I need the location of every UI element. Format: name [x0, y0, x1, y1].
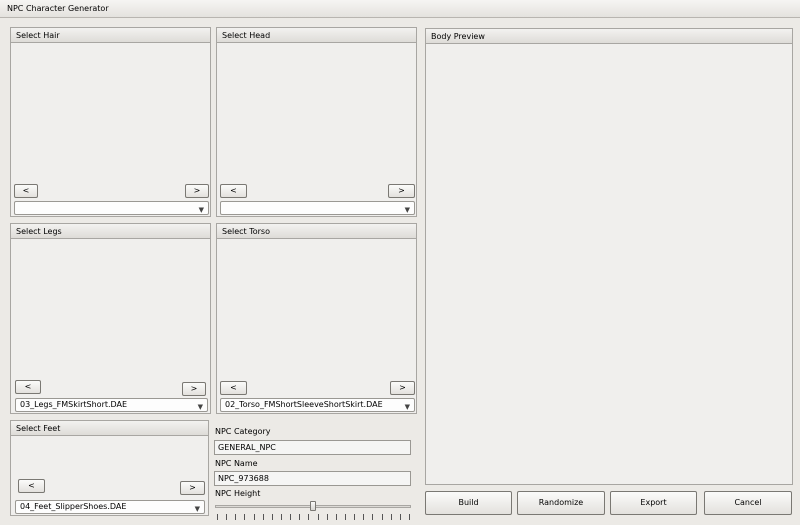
chevron-down-icon: ▼	[404, 403, 410, 411]
hair-select[interactable]: ▼	[14, 201, 209, 215]
legs-panel: Select Legs < > 03_Legs_FMSkirtShort.DAE…	[10, 223, 211, 414]
slider-tick	[299, 514, 300, 520]
hair-next-button[interactable]: >	[185, 184, 209, 198]
npc-category-label: NPC Category	[215, 427, 271, 436]
feet-next-button[interactable]: >	[180, 481, 205, 495]
slider-tick	[354, 514, 355, 520]
legs-select-value: 03_Legs_FMSkirtShort.DAE	[20, 400, 128, 409]
slider-tick	[290, 514, 291, 520]
cancel-button[interactable]: Cancel	[704, 491, 792, 515]
head-prev-button[interactable]: <	[220, 184, 247, 198]
slider-tick	[327, 514, 328, 520]
hair-panel-title: Select Hair	[11, 28, 210, 43]
torso-select-value: 02_Torso_FMShortSleeveShortSkirt.DAE	[225, 400, 383, 409]
slider-tick	[308, 514, 309, 520]
window-title: NPC Character Generator	[0, 0, 800, 18]
torso-panel-title: Select Torso	[217, 224, 416, 239]
npc-name-label: NPC Name	[215, 459, 258, 468]
legs-panel-title: Select Legs	[11, 224, 210, 239]
feet-prev-button[interactable]: <	[18, 479, 45, 493]
build-button[interactable]: Build	[425, 491, 512, 515]
torso-select[interactable]: 02_Torso_FMShortSleeveShortSkirt.DAE ▼	[220, 398, 415, 412]
legs-prev-button[interactable]: <	[15, 380, 41, 394]
head-select[interactable]: ▼	[220, 201, 415, 215]
slider-tick	[226, 514, 227, 520]
feet-panel-title: Select Feet	[11, 421, 208, 436]
slider-tick	[318, 514, 319, 520]
slider-tick	[217, 514, 218, 520]
torso-panel: Select Torso < > 02_Torso_FMShortSleeveS…	[216, 223, 417, 414]
chevron-down-icon: ▼	[404, 206, 410, 214]
slider-tick	[235, 514, 236, 520]
chevron-down-icon: ▼	[198, 206, 204, 214]
slider-tick	[372, 514, 373, 520]
npc-height-label: NPC Height	[215, 489, 261, 498]
feet-panel: Select Feet < > 04_Feet_SlipperShoes.DAE…	[10, 420, 209, 516]
slider-tick	[400, 514, 401, 520]
npc-category-field[interactable]: GENERAL_NPC	[214, 440, 411, 455]
npc-name-field[interactable]: NPC_973688	[214, 471, 411, 486]
torso-prev-button[interactable]: <	[220, 381, 247, 395]
body-preview-panel: Body Preview	[425, 28, 793, 485]
slider-tick	[409, 514, 410, 520]
export-button[interactable]: Export	[610, 491, 697, 515]
head-panel-title: Select Head	[217, 28, 416, 43]
slider-tick	[363, 514, 364, 520]
hair-prev-button[interactable]: <	[14, 184, 38, 198]
npc-height-slider-handle[interactable]	[310, 501, 316, 511]
feet-select[interactable]: 04_Feet_SlipperShoes.DAE ▼	[15, 500, 205, 514]
chevron-down-icon: ▼	[197, 403, 203, 411]
body-preview-title: Body Preview	[426, 29, 792, 44]
slider-tick	[281, 514, 282, 520]
slider-tick	[336, 514, 337, 520]
npc-height-ticks	[217, 514, 411, 520]
slider-tick	[244, 514, 245, 520]
torso-next-button[interactable]: >	[390, 381, 415, 395]
slider-tick	[272, 514, 273, 520]
slider-tick	[382, 514, 383, 520]
head-next-button[interactable]: >	[388, 184, 415, 198]
legs-next-button[interactable]: >	[182, 382, 206, 396]
chevron-down-icon: ▼	[194, 505, 200, 513]
randomize-button[interactable]: Randomize	[517, 491, 605, 515]
head-panel: Select Head < > ▼	[216, 27, 417, 217]
slider-tick	[345, 514, 346, 520]
slider-tick	[254, 514, 255, 520]
slider-tick	[263, 514, 264, 520]
slider-tick	[391, 514, 392, 520]
feet-select-value: 04_Feet_SlipperShoes.DAE	[20, 502, 127, 511]
hair-panel: Select Hair < > ▼	[10, 27, 211, 217]
legs-select[interactable]: 03_Legs_FMSkirtShort.DAE ▼	[15, 398, 208, 412]
